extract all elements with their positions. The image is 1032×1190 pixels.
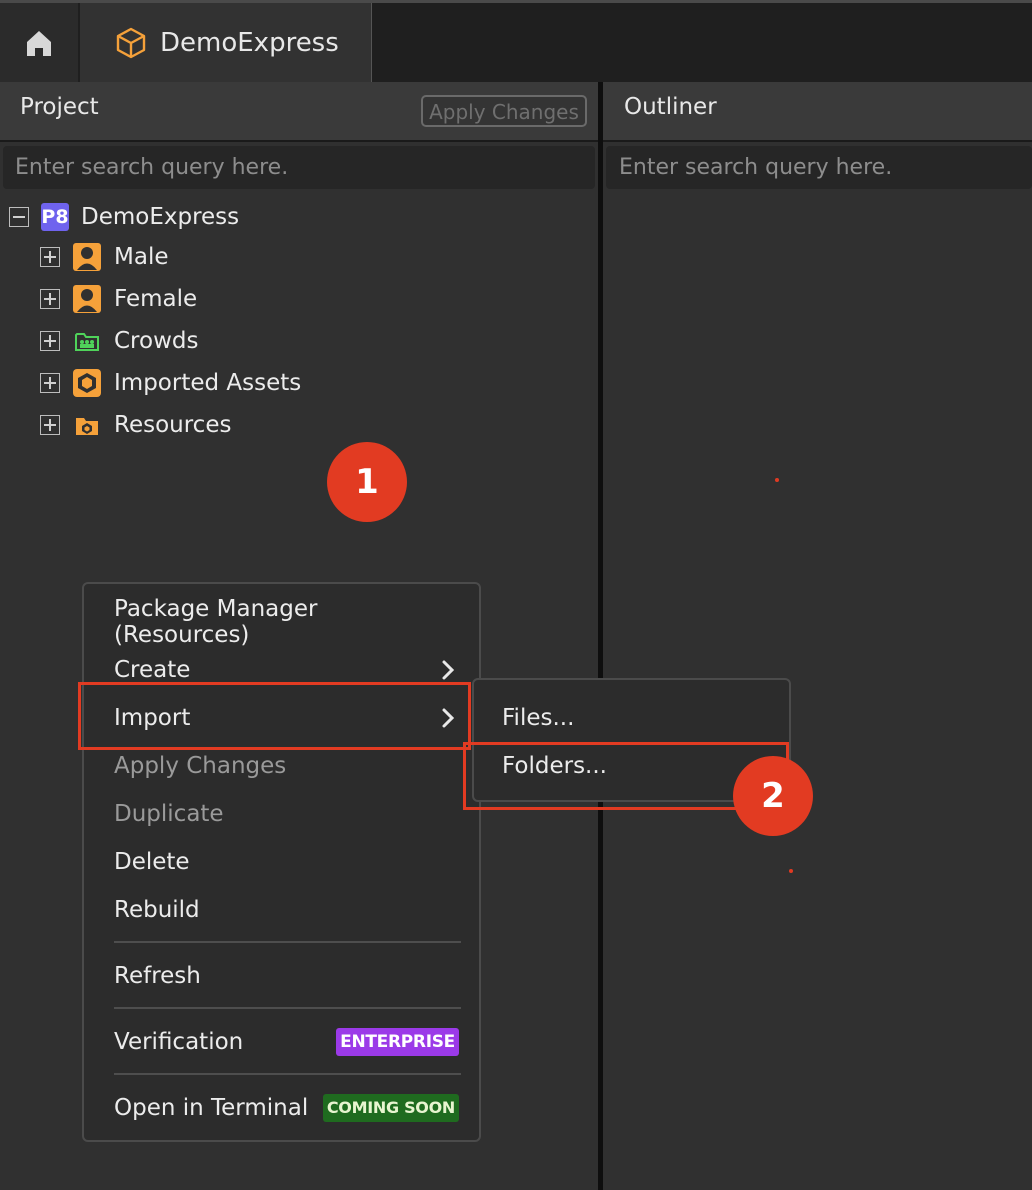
menu-item-rebuild[interactable]: Rebuild [114,888,459,932]
menu-item-label: Verification [114,1029,244,1055]
menu-item-apply-changes: Apply Changes [114,744,459,788]
menu-separator [114,941,461,943]
step-marker-2: 2 [733,756,813,836]
menu-item-verification[interactable]: Verification ENTERPRISE [114,1020,459,1064]
menu-item-duplicate: Duplicate [114,792,459,836]
home-icon [27,30,51,56]
expand-toggle[interactable] [40,289,60,309]
tree-node-crowds[interactable]: Crowds [40,323,198,359]
home-tab[interactable] [0,3,78,82]
tree-node-female[interactable]: Female [40,281,197,317]
tree-node-demoexpress[interactable]: P8 DemoExpress [9,199,239,235]
coming-soon-badge: COMING SOON [322,1094,459,1122]
annotation-dot [789,869,793,873]
chevron-right-icon [442,660,455,680]
outliner-search-input[interactable]: Enter search query here. [606,146,1032,189]
menu-item-label: Refresh [114,963,201,989]
menu-item-label: Apply Changes [114,753,287,779]
tree-node-label: Resources [114,412,232,438]
outliner-panel: Outliner Enter search query here. [603,82,1032,1190]
context-menu: Package Manager (Resources) Create Impor… [82,582,481,1142]
tree-node-label: Female [114,286,198,312]
menu-item-files[interactable]: Files... [502,696,574,740]
panel-title: Outliner [624,94,717,120]
tree-node-label: Imported Assets [114,370,302,396]
import-highlight-box [78,682,471,750]
crowd-folder-icon [72,326,102,356]
p8-project-icon: P8 [41,203,69,231]
menu-separator [114,1007,461,1009]
menu-separator [114,1073,461,1075]
tree-node-label: Male [114,244,169,270]
tree-node-male[interactable]: Male [40,239,168,275]
collapse-toggle[interactable] [9,207,29,227]
menu-item-label: Create [114,657,191,683]
cube-icon [116,27,146,58]
expand-toggle[interactable] [40,331,60,351]
menu-item-delete[interactable]: Delete [114,840,459,884]
project-header: Project Apply Changes [0,82,598,142]
expand-toggle[interactable] [40,373,60,393]
menu-item-label: Open in Terminal [114,1095,309,1121]
hexagon-icon [72,368,102,398]
tree-node-imported-assets[interactable]: Imported Assets [40,365,301,401]
outliner-header: Outliner [603,82,1032,142]
menu-item-package-manager[interactable]: Package Manager (Resources) [114,596,459,648]
menu-item-label: Files... [502,705,575,731]
menu-item-label: Package Manager (Resources) [114,596,318,648]
annotation-dot [775,478,779,482]
enterprise-badge: ENTERPRISE [336,1028,459,1056]
panel-title: Project [20,94,99,120]
tab-demoexpress[interactable]: DemoExpress [80,3,372,82]
menu-item-label: Rebuild [114,897,200,923]
person-icon [72,242,102,272]
expand-toggle[interactable] [40,247,60,267]
menu-item-refresh[interactable]: Refresh [114,954,459,998]
apply-changes-button[interactable]: Apply Changes [421,95,587,127]
top-tab-bar: DemoExpress [0,0,1032,82]
expand-toggle[interactable] [40,415,60,435]
tree-node-resources[interactable]: Resources [40,407,231,443]
menu-item-label: Delete [114,849,190,875]
tab-label: DemoExpress [160,27,339,58]
project-search-input[interactable]: Enter search query here. [3,146,595,189]
menu-item-open-in-terminal[interactable]: Open in Terminal COMING SOON [114,1086,459,1130]
tree-node-label: DemoExpress [81,204,240,230]
tree-node-label: Crowds [114,328,199,354]
resource-folder-icon [72,410,102,440]
menu-item-label: Duplicate [114,801,224,827]
person-icon [72,284,102,314]
step-marker-1: 1 [327,442,407,522]
